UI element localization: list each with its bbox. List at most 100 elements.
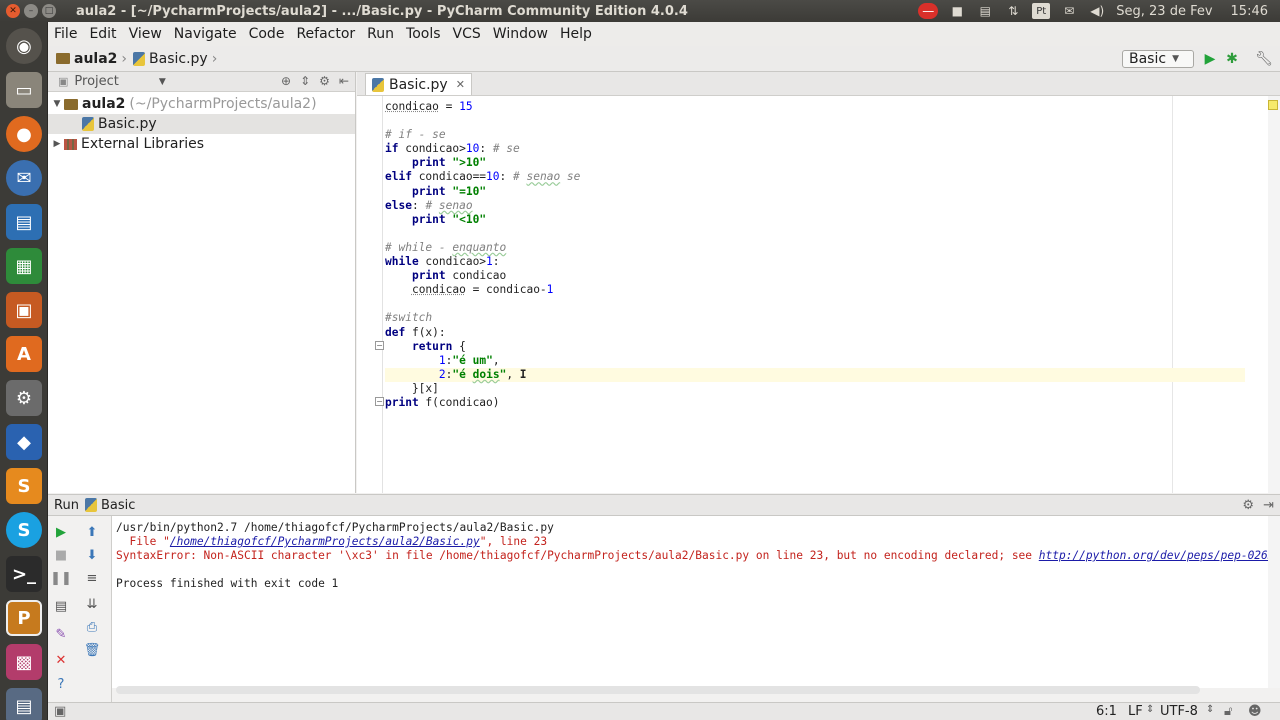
calc-icon[interactable]: ▦	[6, 248, 42, 284]
run-configuration-select[interactable]: Basic ▼	[1122, 50, 1194, 68]
warning-indicator-icon[interactable]	[1268, 100, 1278, 110]
volume-icon[interactable]: ◀)	[1088, 3, 1106, 19]
folder-icon	[56, 53, 70, 64]
editor-scrollbar[interactable]	[1268, 96, 1280, 493]
impress-icon[interactable]: ▣	[6, 292, 42, 328]
software-center-icon[interactable]: A	[6, 336, 42, 372]
menu-run[interactable]: Run	[367, 26, 394, 42]
menu-view[interactable]: View	[129, 26, 162, 42]
inspector-icon[interactable]: ☻	[1248, 704, 1262, 719]
minimize-window-icon[interactable]: –	[24, 4, 38, 18]
code-editor[interactable]: Basic.py ✕ − − condicao = 15 # if - se i…	[357, 72, 1280, 493]
wrench-icon[interactable]: 🔧︎	[1255, 51, 1273, 67]
run-console-output[interactable]: /usr/bin/python2.7 /home/thiagofcf/Pycha…	[112, 516, 1268, 688]
debug-icon[interactable]: ✱	[1224, 51, 1240, 67]
gear-icon[interactable]: ⚙	[319, 74, 330, 88]
hide-panel-icon[interactable]: ⇤	[339, 74, 349, 88]
hide-panel-icon[interactable]: ⇥	[1263, 498, 1274, 513]
run-panel-title[interactable]: Run	[54, 498, 79, 513]
tree-item-basic-py[interactable]: Basic.py	[48, 114, 355, 134]
chevron-down-icon[interactable]: ▼	[159, 77, 166, 87]
menu-window[interactable]: Window	[493, 26, 548, 42]
settings-icon[interactable]: ⚙	[6, 380, 42, 416]
writer-icon[interactable]: ▤	[6, 204, 42, 240]
console-vertical-scrollbar[interactable]	[1268, 516, 1280, 688]
run-icon[interactable]: ▶	[1202, 51, 1218, 67]
menu-tools[interactable]: Tools	[406, 26, 441, 42]
tab-basic-py[interactable]: Basic.py ✕	[365, 73, 472, 95]
rerun-icon[interactable]: ▶	[53, 524, 69, 540]
clear-all-icon[interactable]: 🗑︎	[84, 642, 101, 658]
tree-root-aula2[interactable]: ▼ aula2 (~/PycharmProjects/aula2)	[48, 94, 355, 114]
maximize-window-icon[interactable]: □	[42, 4, 56, 18]
menu-refactor[interactable]: Refactor	[296, 26, 355, 42]
code-content[interactable]: condicao = 15 # if - se if condicao>10: …	[385, 100, 1245, 410]
pycharm-icon[interactable]: P	[6, 600, 42, 636]
menu-help[interactable]: Help	[560, 26, 592, 42]
menu-file[interactable]: File	[54, 26, 77, 42]
panel-toggle-icon[interactable]: ▣	[58, 75, 68, 88]
pin-icon[interactable]: ✎	[53, 626, 69, 642]
menu-navigate[interactable]: Navigate	[174, 26, 237, 42]
collapse-all-icon[interactable]: ⇕	[300, 74, 310, 88]
close-window-icon[interactable]: ✕	[6, 4, 20, 18]
camera-icon[interactable]: ■	[948, 3, 966, 19]
console-file-link[interactable]: /home/thiagofcf/PycharmProjects/aula2/Ba…	[170, 535, 480, 548]
scroll-to-end-icon[interactable]: ⇊	[84, 596, 100, 612]
sublime-icon[interactable]: S	[6, 468, 42, 504]
help-icon[interactable]: ?	[53, 676, 69, 692]
tree-item-external-libraries[interactable]: ▶ External Libraries	[48, 134, 355, 154]
menu-code[interactable]: Code	[249, 26, 285, 42]
network-icon[interactable]: ⇅	[1004, 3, 1022, 19]
skype-icon[interactable]: S	[6, 512, 42, 548]
thunderbird-icon[interactable]: ✉	[6, 160, 42, 196]
code-line: # if - se	[385, 128, 446, 142]
run-panel-config[interactable]: Basic	[101, 498, 135, 513]
code-line: }[x]	[385, 381, 439, 395]
down-arrow-icon[interactable]: ⬇	[84, 547, 100, 563]
mail-icon[interactable]: ✉	[1060, 3, 1078, 19]
keyboard-layout-indicator[interactable]: Pt	[1032, 3, 1051, 19]
workspace-icon[interactable]: ▤	[6, 688, 42, 720]
up-arrow-icon[interactable]: ⬆	[84, 524, 100, 540]
print-icon[interactable]: ⎙	[84, 619, 100, 635]
record-indicator-icon[interactable]: —	[918, 3, 939, 19]
terminal-icon[interactable]: >_	[6, 556, 42, 592]
code-line: 1:"é um",	[438, 353, 500, 367]
console-horizontal-scrollbar[interactable]	[116, 686, 1200, 694]
caret-position[interactable]: 6:1	[1096, 704, 1117, 719]
files-icon[interactable]: ▭	[6, 72, 42, 108]
scroll-from-source-icon[interactable]: ⊕	[281, 74, 291, 88]
clock-date[interactable]: Seg, 23 de Fev	[1116, 4, 1212, 19]
clock-time[interactable]: 15:46	[1231, 4, 1268, 19]
fold-marker-icon[interactable]: −	[375, 397, 384, 406]
firefox-icon[interactable]: ●	[6, 116, 42, 152]
fold-marker-icon[interactable]: −	[375, 341, 384, 350]
project-view-selector[interactable]: Project	[74, 74, 118, 89]
ubuntu-dash-icon[interactable]: ◉	[6, 28, 42, 64]
gear-icon[interactable]: ⚙	[1242, 498, 1254, 513]
close-tab-icon[interactable]: ✕	[456, 78, 465, 91]
console-line: File "/home/thiagofcf/PycharmProjects/au…	[116, 535, 1268, 549]
file-encoding[interactable]: UTF-8	[1160, 704, 1198, 719]
close-icon[interactable]: ✕	[53, 652, 69, 668]
dump-threads-icon[interactable]: ▤	[53, 598, 69, 614]
console-pep-link[interactable]: http://python.org/dev/peps/pep-0263/	[1039, 549, 1268, 562]
soft-wrap-icon[interactable]: ≡	[84, 570, 100, 586]
expand-arrow-icon[interactable]: ▶	[50, 139, 64, 149]
stop-icon[interactable]: ■	[53, 547, 69, 563]
line-separator[interactable]: LF	[1128, 704, 1143, 719]
tool-windows-toggle-icon[interactable]: ▣	[54, 704, 66, 719]
pause-icon[interactable]: ❚❚	[50, 570, 72, 586]
clipboard-icon[interactable]: ▤	[976, 3, 994, 19]
virtualbox-icon[interactable]: ◆	[6, 424, 42, 460]
menu-vcs[interactable]: VCS	[453, 26, 481, 42]
app-icon[interactable]: ▩	[6, 644, 42, 680]
lock-icon[interactable]: 🔓︎	[1224, 704, 1232, 719]
menu-edit[interactable]: Edit	[89, 26, 116, 42]
tab-label: Basic.py	[389, 76, 448, 93]
breadcrumb-project[interactable]: aula2 ›	[56, 51, 127, 67]
expand-arrow-icon[interactable]: ▼	[50, 99, 64, 109]
breadcrumb-file[interactable]: Basic.py ›	[133, 51, 217, 67]
